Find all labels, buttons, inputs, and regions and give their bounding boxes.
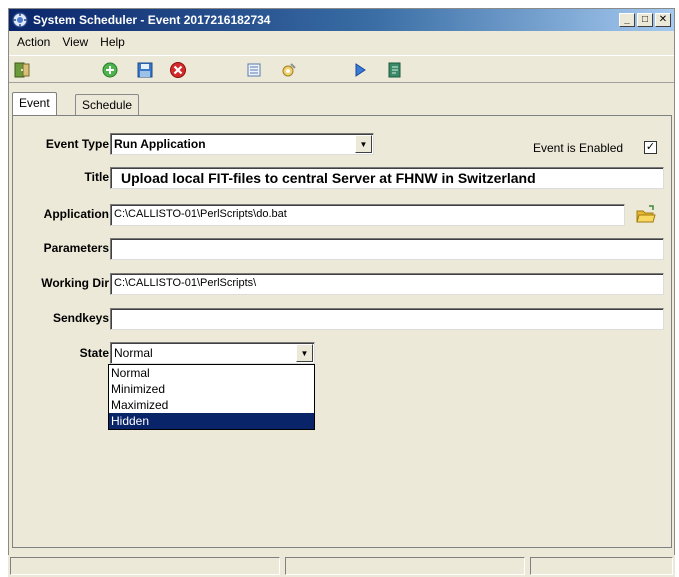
toolbar xyxy=(9,55,674,83)
chevron-down-icon[interactable]: ▼ xyxy=(296,344,313,362)
save-button[interactable] xyxy=(136,61,154,79)
state-value: Normal xyxy=(114,346,153,360)
exit-icon xyxy=(14,62,30,78)
list-icon xyxy=(247,63,261,77)
state-option-normal[interactable]: Normal xyxy=(109,365,314,381)
minimize-button[interactable]: _ xyxy=(619,13,635,27)
run-icon xyxy=(355,63,366,77)
minimize-icon: _ xyxy=(624,14,630,25)
state-dropdown-list: Normal Minimized Maximized Hidden xyxy=(108,364,315,430)
menu-help[interactable]: Help xyxy=(94,35,131,49)
browse-button[interactable] xyxy=(635,205,657,225)
menu-action[interactable]: Action xyxy=(11,35,56,49)
checkmark-icon: ✓ xyxy=(645,141,656,153)
scheduler-app-icon xyxy=(12,12,28,28)
maximize-icon: □ xyxy=(641,14,649,25)
close-icon: ✕ xyxy=(658,14,668,25)
list-button[interactable] xyxy=(245,61,263,79)
parameters-input[interactable] xyxy=(110,238,664,260)
main-window: System Scheduler - Event 2017216182734 _… xyxy=(8,8,675,577)
state-label: State xyxy=(79,346,109,360)
window-controls: _ □ ✕ xyxy=(617,13,671,27)
status-bar xyxy=(8,555,675,577)
settings-button[interactable] xyxy=(279,61,297,79)
state-select[interactable]: Normal ▼ xyxy=(110,342,315,364)
menu-bar: Action View Help xyxy=(9,32,674,52)
exit-button[interactable] xyxy=(13,61,31,79)
add-event-button[interactable] xyxy=(101,61,119,79)
add-icon xyxy=(102,62,118,78)
sendkeys-label: Sendkeys xyxy=(52,311,109,325)
event-type-select[interactable]: Run Application ▼ xyxy=(110,133,374,155)
save-icon xyxy=(137,62,153,78)
state-option-minimized[interactable]: Minimized xyxy=(109,381,314,397)
status-panel-2 xyxy=(285,557,525,575)
working-dir-input[interactable]: C:\CALLISTO-01\PerlScripts\ xyxy=(110,273,664,295)
event-type-label: Event Type xyxy=(45,137,109,151)
enabled-checkbox[interactable]: ✓ xyxy=(644,141,657,154)
settings-icon xyxy=(282,63,296,77)
tab-schedule-label: Schedule xyxy=(82,98,133,112)
folder-open-icon xyxy=(636,205,656,223)
title-bar[interactable]: System Scheduler - Event 2017216182734 _… xyxy=(9,9,674,31)
event-type-value: Run Application xyxy=(114,137,206,151)
status-panel-1 xyxy=(10,557,280,575)
title-label: Title xyxy=(84,170,109,184)
tab-event-label: Event xyxy=(19,96,50,110)
delete-icon xyxy=(170,62,186,78)
event-panel: Event Type Run Application ▼ Event is En… xyxy=(12,115,672,548)
menu-view[interactable]: View xyxy=(56,35,94,49)
tab-event[interactable]: Event xyxy=(12,92,57,117)
tab-schedule[interactable]: Schedule xyxy=(75,94,140,116)
sendkeys-input[interactable] xyxy=(110,308,664,330)
application-label: Application xyxy=(43,207,109,221)
document-icon xyxy=(388,62,401,78)
document-button[interactable] xyxy=(386,61,404,79)
state-option-hidden[interactable]: Hidden xyxy=(109,413,314,429)
title-input[interactable]: Upload local FIT-files to central Server… xyxy=(110,167,664,189)
delete-button[interactable] xyxy=(169,61,187,79)
maximize-button[interactable]: □ xyxy=(637,13,653,27)
window-title: System Scheduler - Event 2017216182734 xyxy=(33,13,271,27)
status-panel-3 xyxy=(530,557,673,575)
chevron-down-icon[interactable]: ▼ xyxy=(355,135,372,153)
run-button[interactable] xyxy=(351,61,369,79)
close-button[interactable]: ✕ xyxy=(655,13,671,27)
enabled-label: Event is Enabled xyxy=(533,141,624,155)
application-input[interactable]: C:\CALLISTO-01\PerlScripts\do.bat xyxy=(110,204,625,226)
state-option-maximized[interactable]: Maximized xyxy=(109,397,314,413)
parameters-label: Parameters xyxy=(43,241,109,255)
working-dir-label: Working Dir xyxy=(41,276,109,290)
